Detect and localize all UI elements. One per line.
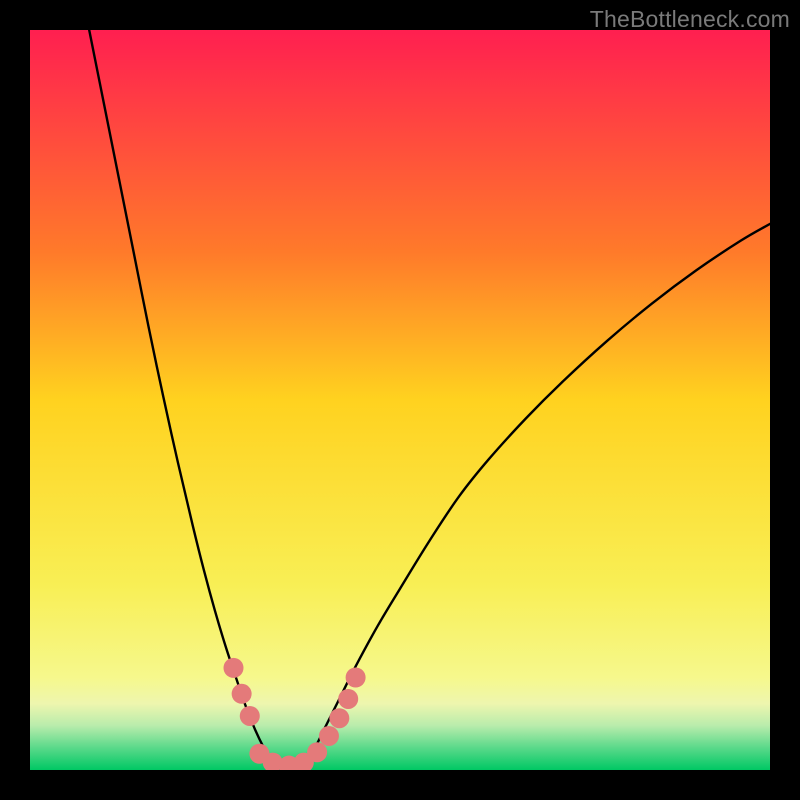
chart-plot [30,30,770,770]
watermark-label: TheBottleneck.com [590,6,790,33]
marker-markers-left-1 [232,684,252,704]
marker-markers-bottom-4 [307,742,327,762]
marker-markers-left-2 [240,706,260,726]
marker-markers-left-0 [224,658,244,678]
gradient-background [30,30,770,770]
marker-markers-bottom-7 [338,689,358,709]
marker-markers-bottom-6 [329,708,349,728]
marker-markers-right-0 [346,668,366,688]
chart-frame: TheBottleneck.com [0,0,800,800]
marker-markers-bottom-5 [319,726,339,746]
